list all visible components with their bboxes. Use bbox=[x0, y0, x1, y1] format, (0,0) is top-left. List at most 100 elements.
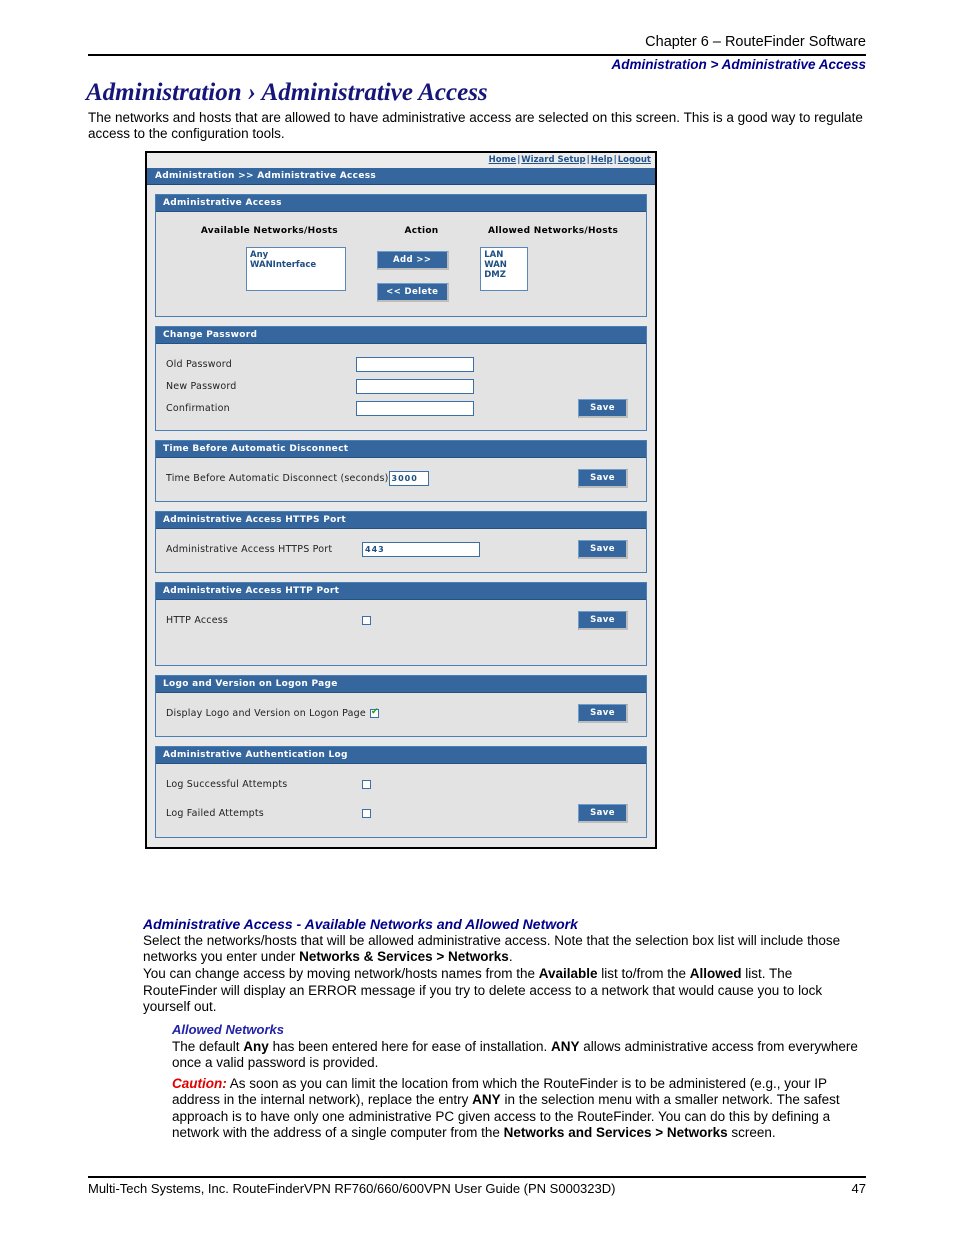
row-https-port: Administrative Access HTTPS Port 443 Sav… bbox=[166, 538, 636, 560]
nav-link-help[interactable]: Help bbox=[591, 155, 613, 165]
row-old-password: Old Password bbox=[166, 353, 636, 375]
subsection-heading: Allowed Networks bbox=[172, 1022, 284, 1037]
text-run-bold: ANY bbox=[551, 1038, 580, 1054]
text-run: has been entered here for ease of instal… bbox=[268, 1038, 552, 1054]
panel-title-https-port: Administrative Access HTTPS Port bbox=[156, 512, 646, 529]
column-header-available: Available Networks/Hosts bbox=[200, 226, 338, 236]
nav-link-wizard-setup[interactable]: Wizard Setup bbox=[521, 155, 585, 165]
save-button-change-password[interactable]: Save bbox=[578, 398, 628, 418]
text-run-bold: Networks & Services > Networks bbox=[299, 949, 509, 964]
panel-change-password: Change Password Old Password New Passwor… bbox=[155, 326, 647, 431]
row-auto-disconnect: Time Before Automatic Disconnect (second… bbox=[166, 467, 636, 489]
label-old-password: Old Password bbox=[166, 358, 232, 370]
save-button-https-port[interactable]: Save bbox=[578, 539, 628, 559]
old-password-input[interactable] bbox=[356, 356, 474, 372]
row-http-access: HTTP Access Save bbox=[166, 609, 636, 631]
allowed-networks-listbox[interactable]: LAN WAN DMZ bbox=[480, 247, 529, 291]
save-button-auto-disconnect[interactable]: Save bbox=[578, 468, 628, 488]
section-paragraph-1: Select the networks/hosts that will be a… bbox=[143, 933, 863, 966]
text-run: screen. bbox=[727, 1125, 776, 1140]
text-run-bold: Allowed bbox=[689, 966, 742, 981]
caution-paragraph: Caution: As soon as you can limit the lo… bbox=[172, 1076, 864, 1142]
panel-title-auto-disconnect: Time Before Automatic Disconnect bbox=[156, 441, 646, 458]
page-title: Administration › Administrative Access bbox=[86, 79, 488, 106]
label-http-access: HTTP Access bbox=[166, 614, 229, 626]
row-log-failed: Log Failed Attempts Save bbox=[166, 802, 636, 824]
footer-text: Multi-Tech Systems, Inc. RouteFinderVPN … bbox=[88, 1181, 616, 1196]
text-run: list to/from the bbox=[597, 966, 690, 981]
label-log-successful: Log Successful Attempts bbox=[166, 778, 288, 790]
top-navigation-bar: Home|Wizard Setup|Help|Logout bbox=[147, 153, 655, 168]
panel-administrative-access: Administrative Access Available Networks… bbox=[155, 194, 647, 317]
panel-https-port: Administrative Access HTTPS Port Adminis… bbox=[155, 511, 647, 573]
list-item[interactable]: Any bbox=[250, 250, 342, 260]
text-run: The default bbox=[172, 1038, 244, 1054]
page-number: 47 bbox=[851, 1181, 866, 1196]
column-header-allowed: Allowed Networks/Hosts bbox=[488, 226, 619, 236]
panel-title-logo-version: Logo and Version on Logon Page bbox=[156, 676, 646, 693]
text-run: You can change access by moving network/… bbox=[143, 966, 539, 981]
log-successful-checkbox[interactable] bbox=[362, 779, 371, 789]
label-new-password: New Password bbox=[166, 380, 237, 392]
page-footer: 47 Multi-Tech Systems, Inc. RouteFinderV… bbox=[88, 1181, 866, 1196]
running-header-breadcrumb: Administration > Administrative Access bbox=[611, 57, 866, 72]
text-run-bold: Any bbox=[243, 1038, 269, 1054]
https-port-input[interactable]: 443 bbox=[362, 541, 480, 557]
allowed-networks-column: Allowed Networks/Hosts LAN WAN DMZ bbox=[470, 226, 636, 291]
logo-version-checkbox[interactable] bbox=[369, 707, 379, 718]
row-new-password: New Password bbox=[166, 375, 636, 397]
text-run: . bbox=[508, 949, 513, 964]
ui-breadcrumb: Administration >> Administrative Access bbox=[147, 168, 655, 185]
delete-button[interactable]: << Delete bbox=[376, 283, 449, 302]
list-item[interactable]: WAN bbox=[484, 260, 524, 270]
save-button-http-port[interactable]: Save bbox=[578, 610, 628, 630]
caution-label: Caution: bbox=[172, 1075, 227, 1091]
log-failed-checkbox[interactable] bbox=[362, 808, 371, 818]
panel-title-http-port: Administrative Access HTTP Port bbox=[156, 583, 646, 600]
label-confirmation: Confirmation bbox=[166, 402, 230, 414]
footer-divider bbox=[88, 1176, 866, 1178]
row-confirmation: Confirmation Save bbox=[166, 397, 636, 419]
label-https-port: Administrative Access HTTPS Port bbox=[166, 543, 333, 555]
column-header-action: Action bbox=[404, 226, 439, 236]
panel-title-administrative-access: Administrative Access bbox=[156, 195, 646, 212]
available-networks-column: Available Networks/Hosts Any WANInterfac… bbox=[166, 226, 373, 291]
confirmation-input[interactable] bbox=[356, 400, 474, 416]
label-auto-disconnect: Time Before Automatic Disconnect (second… bbox=[166, 472, 389, 484]
allowed-networks-paragraph: The default Any has been entered here fo… bbox=[172, 1039, 864, 1072]
http-access-checkbox[interactable] bbox=[362, 615, 371, 625]
spacer bbox=[147, 185, 655, 194]
row-log-successful: Log Successful Attempts bbox=[166, 773, 636, 795]
nav-link-logout[interactable]: Logout bbox=[618, 155, 651, 165]
section-heading: Administrative Access - Available Networ… bbox=[143, 916, 578, 932]
label-logo-version: Display Logo and Version on Logon Page bbox=[166, 707, 366, 719]
panel-auto-disconnect: Time Before Automatic Disconnect Time Be… bbox=[155, 440, 647, 502]
panel-http-port: Administrative Access HTTP Port HTTP Acc… bbox=[155, 582, 647, 666]
row-logo-version: Display Logo and Version on Logon Page S… bbox=[166, 702, 636, 724]
text-run-bold: Available bbox=[538, 966, 598, 981]
list-item[interactable]: LAN bbox=[484, 250, 524, 260]
list-item[interactable]: WANInterface bbox=[250, 260, 342, 270]
panel-authentication-log: Administrative Authentication Log Log Su… bbox=[155, 746, 647, 838]
document-page: Chapter 6 – RouteFinder Software Adminis… bbox=[0, 0, 954, 1235]
panel-title-change-password: Change Password bbox=[156, 327, 646, 344]
text-run-bold: ANY bbox=[472, 1092, 501, 1107]
new-password-input[interactable] bbox=[356, 378, 474, 394]
header-divider bbox=[88, 54, 866, 56]
section-allowed-networks: Allowed Networks The default Any has bee… bbox=[172, 1022, 864, 1142]
save-button-logo-version[interactable]: Save bbox=[578, 703, 628, 723]
nav-link-home[interactable]: Home bbox=[489, 155, 517, 165]
action-column: Action Add >> << Delete bbox=[373, 226, 471, 302]
section-paragraph-2: You can change access by moving network/… bbox=[143, 966, 863, 1016]
add-button[interactable]: Add >> bbox=[376, 251, 449, 270]
available-networks-listbox[interactable]: Any WANInterface bbox=[246, 247, 346, 291]
label-log-failed: Log Failed Attempts bbox=[166, 807, 264, 819]
text-run-bold: Networks and Services > Networks bbox=[503, 1125, 728, 1140]
router-ui-screenshot: Home|Wizard Setup|Help|Logout Administra… bbox=[145, 151, 657, 849]
save-button-authentication-log[interactable]: Save bbox=[578, 803, 628, 823]
panel-logo-version: Logo and Version on Logon Page Display L… bbox=[155, 675, 647, 737]
intro-paragraph: The networks and hosts that are allowed … bbox=[88, 110, 863, 141]
running-header-chapter: Chapter 6 – RouteFinder Software bbox=[645, 34, 866, 50]
auto-disconnect-input[interactable]: 3000 bbox=[388, 470, 429, 486]
list-item[interactable]: DMZ bbox=[484, 270, 524, 280]
